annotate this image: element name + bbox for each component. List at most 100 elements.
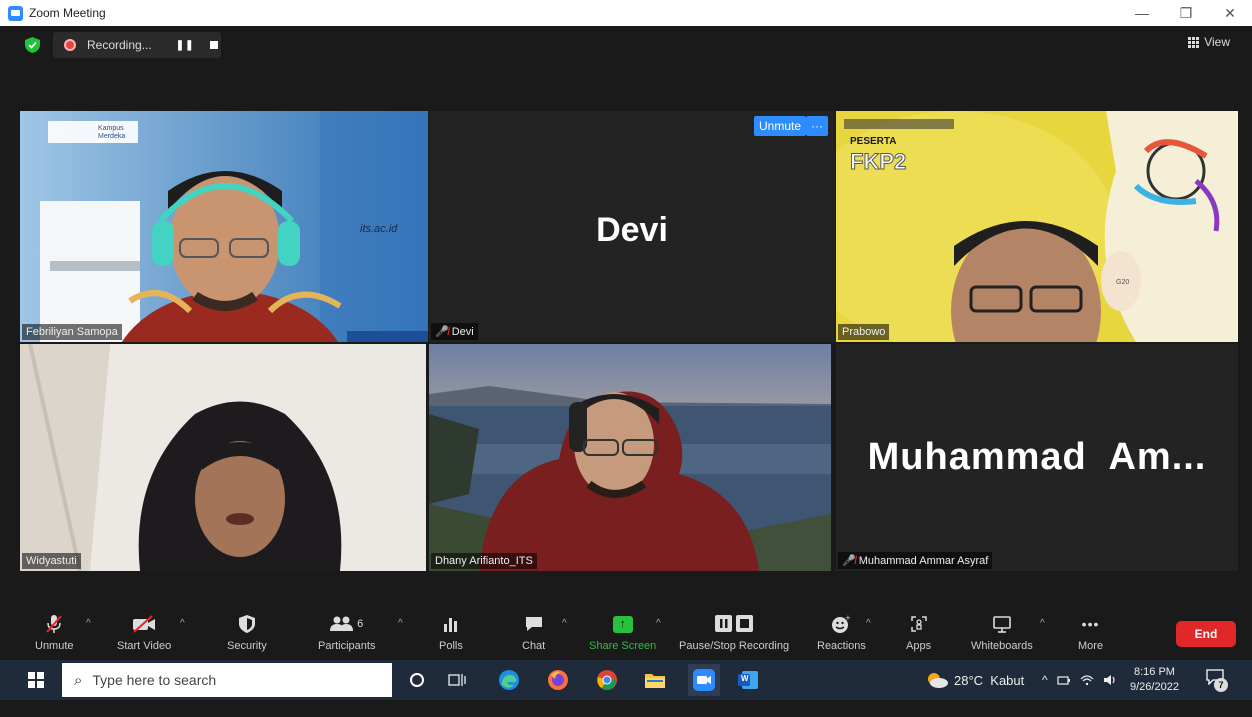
volume-icon[interactable]	[1103, 674, 1117, 686]
participants-button[interactable]: 6 Participants	[318, 612, 375, 652]
video-tile-prabowo[interactable]: PESERTA FKP2 G20 Prabowo	[836, 111, 1238, 342]
reactions-options-chevron-icon[interactable]: ^	[866, 618, 871, 629]
muted-microphone-icon	[45, 612, 63, 636]
video-tile-devi[interactable]: Devi Unmute ··· 🎤̸ Devi	[429, 111, 835, 342]
participant-name: Dhany Arifianto_ITS	[435, 555, 533, 567]
show-hidden-icons-chevron-icon[interactable]: ^	[1042, 673, 1048, 687]
whiteboards-button[interactable]: Whiteboards	[971, 612, 1033, 652]
battery-icon[interactable]	[1057, 674, 1071, 686]
polls-button[interactable]: Polls	[439, 612, 463, 652]
system-tray: ^	[1042, 660, 1117, 700]
participant-name-label: 🎤̸ Devi	[431, 323, 478, 340]
clock-time: 8:16 PM	[1133, 666, 1175, 678]
file-explorer-icon[interactable]	[643, 668, 667, 692]
share-screen-button[interactable]: ↑ Share Screen	[589, 612, 656, 652]
video-options-chevron-icon[interactable]: ^	[180, 618, 185, 629]
close-button[interactable]: ✕	[1208, 0, 1252, 26]
restore-button[interactable]: ❐	[1164, 0, 1208, 26]
windows-start-icon[interactable]	[28, 672, 44, 688]
end-meeting-button[interactable]: End	[1176, 621, 1236, 647]
bottom-strip	[0, 700, 1252, 717]
video-tile-dhany[interactable]: Dhany Arifianto_ITS	[429, 344, 831, 571]
pause-stop-icon	[714, 612, 754, 636]
more-dots-icon: •••	[1081, 616, 1100, 632]
svg-text:+: +	[845, 614, 851, 622]
participant-name-label: Febriliyan Samopa	[22, 324, 122, 340]
apps-button[interactable]: Apps	[906, 612, 931, 652]
video-tile-widyastuti[interactable]: Widyastuti	[20, 344, 426, 571]
widyastuti-video-feed	[20, 344, 426, 571]
participant-name-label: Prabowo	[838, 324, 890, 340]
reactions-label: Reactions	[817, 640, 866, 652]
video-tile-febriliyan[interactable]: its.ac.id Kampus Merdeka Febriliyan Samo…	[20, 111, 428, 342]
weather-widget[interactable]: 28°C Kabut	[925, 660, 1024, 700]
word-icon[interactable]: W	[736, 668, 760, 692]
participant-name-label: Widyastuti	[22, 553, 81, 569]
window-title: Zoom Meeting	[29, 6, 106, 20]
firefox-icon[interactable]	[546, 668, 570, 692]
recording-dot-icon	[64, 39, 76, 51]
search-placeholder: Type here to search	[92, 672, 217, 688]
dhany-video-feed	[429, 344, 831, 571]
view-label: View	[1204, 35, 1230, 49]
participant-name: Devi	[451, 325, 474, 338]
its-url-overlay: its.ac.id	[360, 223, 398, 235]
chat-options-chevron-icon[interactable]: ^	[562, 618, 567, 629]
pause-recording-icon[interactable]: ❚❚	[176, 40, 195, 51]
video-tile-muhammad[interactable]: Muhammad Am... 🎤̸ Muhammad Ammar Asyraf	[836, 344, 1238, 571]
unmute-button[interactable]: Unmute	[35, 612, 74, 652]
minimize-button[interactable]: —	[1120, 0, 1164, 26]
start-video-button[interactable]: Start Video	[117, 612, 171, 652]
g20-badge: G20	[1116, 279, 1130, 286]
taskbar-clock[interactable]: 8:16 PM 9/26/2022	[1130, 665, 1179, 695]
participants-icon: 6	[330, 612, 363, 636]
audio-options-chevron-icon[interactable]: ^	[86, 618, 91, 629]
banner-subtitle: FKP2	[849, 149, 907, 175]
chat-label: Chat	[522, 640, 546, 652]
security-label: Security	[227, 640, 267, 652]
recording-indicator: Recording... ❚❚	[53, 32, 221, 58]
whiteboard-icon	[992, 612, 1012, 636]
unmute-request-button[interactable]: Unmute	[754, 116, 807, 136]
start-video-label: Start Video	[117, 640, 172, 652]
recording-label: Recording...	[87, 38, 152, 52]
participant-name: Widyastuti	[26, 555, 77, 567]
windows-taskbar: ⌕ Type here to search W 28°C Kabut ^ 8:1…	[0, 660, 1252, 700]
title-bar: Zoom Meeting — ❐ ✕	[0, 0, 1252, 26]
more-button[interactable]: ••• More	[1078, 612, 1103, 652]
kampus-merdeka-logo: Kampus Merdeka	[98, 125, 126, 140]
zoom-app: Zoom Meeting — ❐ ✕ Recording... ❚❚ View	[0, 0, 1252, 717]
security-shield-icon	[238, 612, 255, 636]
encryption-shield-icon[interactable]	[25, 37, 40, 53]
task-view-icon[interactable]	[445, 668, 469, 692]
more-label: More	[1078, 640, 1104, 652]
tile-more-button[interactable]: ···	[806, 116, 828, 136]
participants-label: Participants	[318, 640, 376, 652]
zoom-taskbar-icon[interactable]	[688, 664, 720, 696]
grid-view-icon	[1188, 36, 1200, 48]
wifi-icon[interactable]	[1080, 674, 1094, 686]
search-icon: ⌕	[74, 671, 83, 689]
zoom-app-icon	[8, 5, 23, 21]
apps-label: Apps	[906, 640, 932, 652]
reactions-button[interactable]: + Reactions	[817, 612, 866, 652]
share-screen-icon: ↑	[612, 612, 633, 636]
participant-name-label: Dhany Arifianto_ITS	[431, 553, 537, 569]
edge-browser-icon[interactable]	[497, 668, 521, 692]
chrome-icon[interactable]	[595, 668, 619, 692]
chat-button[interactable]: Chat	[522, 612, 545, 652]
security-button[interactable]: Security	[227, 612, 267, 652]
participant-name: Prabowo	[842, 326, 886, 338]
view-button[interactable]: View	[1188, 35, 1230, 49]
participant-name: Muhammad Ammar Asyraf	[858, 554, 989, 567]
polls-bar-chart-icon	[443, 612, 459, 636]
word-icon-letter: W	[741, 674, 749, 683]
pause-stop-recording-button[interactable]: Pause/Stop Recording	[679, 612, 789, 652]
participants-options-chevron-icon[interactable]: ^	[398, 618, 403, 629]
share-options-chevron-icon[interactable]: ^	[656, 618, 661, 629]
whiteboards-options-chevron-icon[interactable]: ^	[1040, 618, 1045, 629]
taskbar-search-box[interactable]: ⌕ Type here to search	[62, 663, 392, 697]
cortana-icon[interactable]	[405, 668, 429, 692]
window-controls: — ❐ ✕	[1120, 0, 1252, 26]
stop-recording-icon[interactable]	[210, 41, 219, 49]
